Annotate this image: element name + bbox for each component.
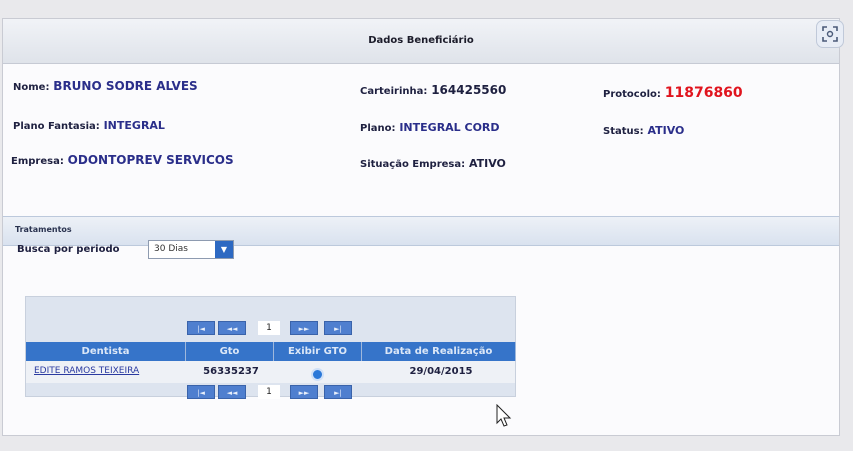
gto-cell: 56335237 xyxy=(203,366,259,377)
protocolo-field: Protocolo: 11876860 xyxy=(603,85,743,101)
plano-field: Plano: INTEGRAL CORD xyxy=(360,121,500,134)
plano-fantasia-field: Plano Fantasia: INTEGRAL xyxy=(13,119,165,132)
situacao-value: ATIVO xyxy=(468,157,506,170)
periodo-select[interactable]: 30 Dias ▼ xyxy=(148,240,234,259)
busca-periodo-label: Busca por periodo xyxy=(17,244,120,255)
column-header-gto[interactable]: Gto xyxy=(186,342,274,361)
nome-label: Nome: xyxy=(13,82,50,93)
status-field: Status: ATIVO xyxy=(603,124,684,137)
chevron-down-icon[interactable]: ▼ xyxy=(215,241,233,258)
mouse-cursor-icon xyxy=(496,404,512,427)
column-header-exibir-gto[interactable]: Exibir GTO xyxy=(274,342,362,361)
dentista-link[interactable]: EDITE RAMOS TEIXEIRA xyxy=(34,366,139,376)
treatments-grid: |◄ ◄◄ 1 ►► ►| Dentista Gto Exibir GTO Da… xyxy=(25,296,516,399)
tratamentos-header: Tratamentos xyxy=(3,216,839,246)
carteirinha-field: Carteirinha: 164425560 xyxy=(360,83,506,97)
carteirinha-value: 164425560 xyxy=(431,83,507,97)
first-page-icon[interactable]: |◄ xyxy=(187,385,215,399)
plano-value: INTEGRAL CORD xyxy=(399,121,500,134)
empresa-field: Empresa: ODONTOPREV SERVICOS xyxy=(11,153,234,167)
protocolo-value: 11876860 xyxy=(664,85,743,101)
column-header-dentista[interactable]: Dentista xyxy=(26,342,186,361)
status-value: ATIVO xyxy=(647,124,685,137)
periodo-selected-value: 30 Dias xyxy=(154,244,188,254)
column-header-data[interactable]: Data de Realização xyxy=(362,342,516,361)
grid-header: Dentista Gto Exibir GTO Data de Realizaç… xyxy=(26,342,516,361)
last-page-icon[interactable]: ►| xyxy=(324,385,352,399)
empresa-value: ODONTOPREV SERVICOS xyxy=(67,153,234,167)
tratamentos-title: Tratamentos xyxy=(15,225,72,234)
scan-icon[interactable] xyxy=(816,20,844,48)
empresa-label: Empresa: xyxy=(11,156,64,167)
nome-value: BRUNO SODRE ALVES xyxy=(53,79,198,93)
plano-fantasia-value: INTEGRAL xyxy=(103,119,165,132)
page-number: 1 xyxy=(258,385,280,399)
page-number: 1 xyxy=(258,321,280,335)
panel-title: Dados Beneficiário xyxy=(368,35,474,46)
situacao-label: Situação Empresa: xyxy=(360,159,466,170)
nome-field: Nome: BRUNO SODRE ALVES xyxy=(13,79,198,93)
next-page-icon[interactable]: ►► xyxy=(290,321,318,335)
protocolo-label: Protocolo: xyxy=(603,89,661,100)
prev-page-icon[interactable]: ◄◄ xyxy=(218,385,246,399)
top-pager: |◄ ◄◄ 1 ►► ►| xyxy=(26,321,515,337)
view-gto-icon[interactable] xyxy=(311,368,324,381)
status-label: Status: xyxy=(603,126,644,137)
first-page-icon[interactable]: |◄ xyxy=(187,321,215,335)
prev-page-icon[interactable]: ◄◄ xyxy=(218,321,246,335)
data-cell: 29/04/2015 xyxy=(409,366,473,377)
table-row: EDITE RAMOS TEIXEIRA 56335237 29/04/2015 xyxy=(26,361,515,383)
situacao-field: Situação Empresa: ATIVO xyxy=(360,157,506,170)
next-page-icon[interactable]: ►► xyxy=(290,385,318,399)
plano-fantasia-label: Plano Fantasia: xyxy=(13,121,100,132)
last-page-icon[interactable]: ►| xyxy=(324,321,352,335)
plano-label: Plano: xyxy=(360,123,396,134)
carteirinha-label: Carteirinha: xyxy=(360,86,428,97)
bottom-pager: |◄ ◄◄ 1 ►► ►| xyxy=(26,385,515,401)
panel-header: Dados Beneficiário xyxy=(3,19,839,64)
